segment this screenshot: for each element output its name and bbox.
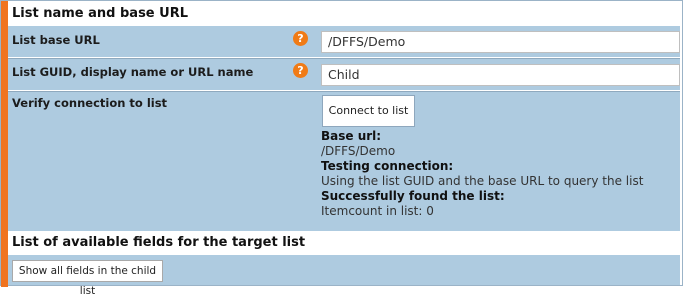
verify-connection-label: Verify connection to list [12,96,168,110]
verify-connection-row: Verify connection to list Connect to lis… [8,92,680,231]
base-url-heading: Base url: [321,129,382,143]
testing-connection-heading: Testing connection: [321,159,454,173]
available-fields-row: Show all fields in the child list [8,255,680,297]
base-url-label: List base URL [12,33,100,47]
help-question-icon[interactable]: ? [293,31,308,46]
list-guid-label: List GUID, display name or URL name [12,65,254,79]
connect-to-list-button[interactable]: Connect to list [322,95,415,127]
list-settings-panel: List name and base URL List base URL ? /… [0,0,683,297]
list-guid-row: List GUID, display name or URL name ? Ch… [8,59,680,90]
itemcount-text: Itemcount in list: 0 [321,204,434,218]
testing-connection-text: Using the list GUID and the base URL to … [321,174,644,188]
base-url-input[interactable]: /DFFS/Demo [321,31,680,53]
base-url-value: /DFFS/Demo [321,144,396,158]
help-question-icon[interactable]: ? [293,63,308,78]
show-all-fields-button[interactable]: Show all fields in the child list [12,260,163,297]
base-url-row: List base URL ? /DFFS/Demo [8,26,680,57]
section-title-available-fields: List of available fields for the target … [8,232,681,254]
accent-bar [1,1,8,287]
connection-result: Base url: /DFFS/Demo Testing connection:… [321,129,643,219]
list-guid-input[interactable]: Child [321,64,680,86]
successfully-found-heading: Successfully found the list: [321,189,505,203]
section-title-list-name: List name and base URL [8,3,681,25]
